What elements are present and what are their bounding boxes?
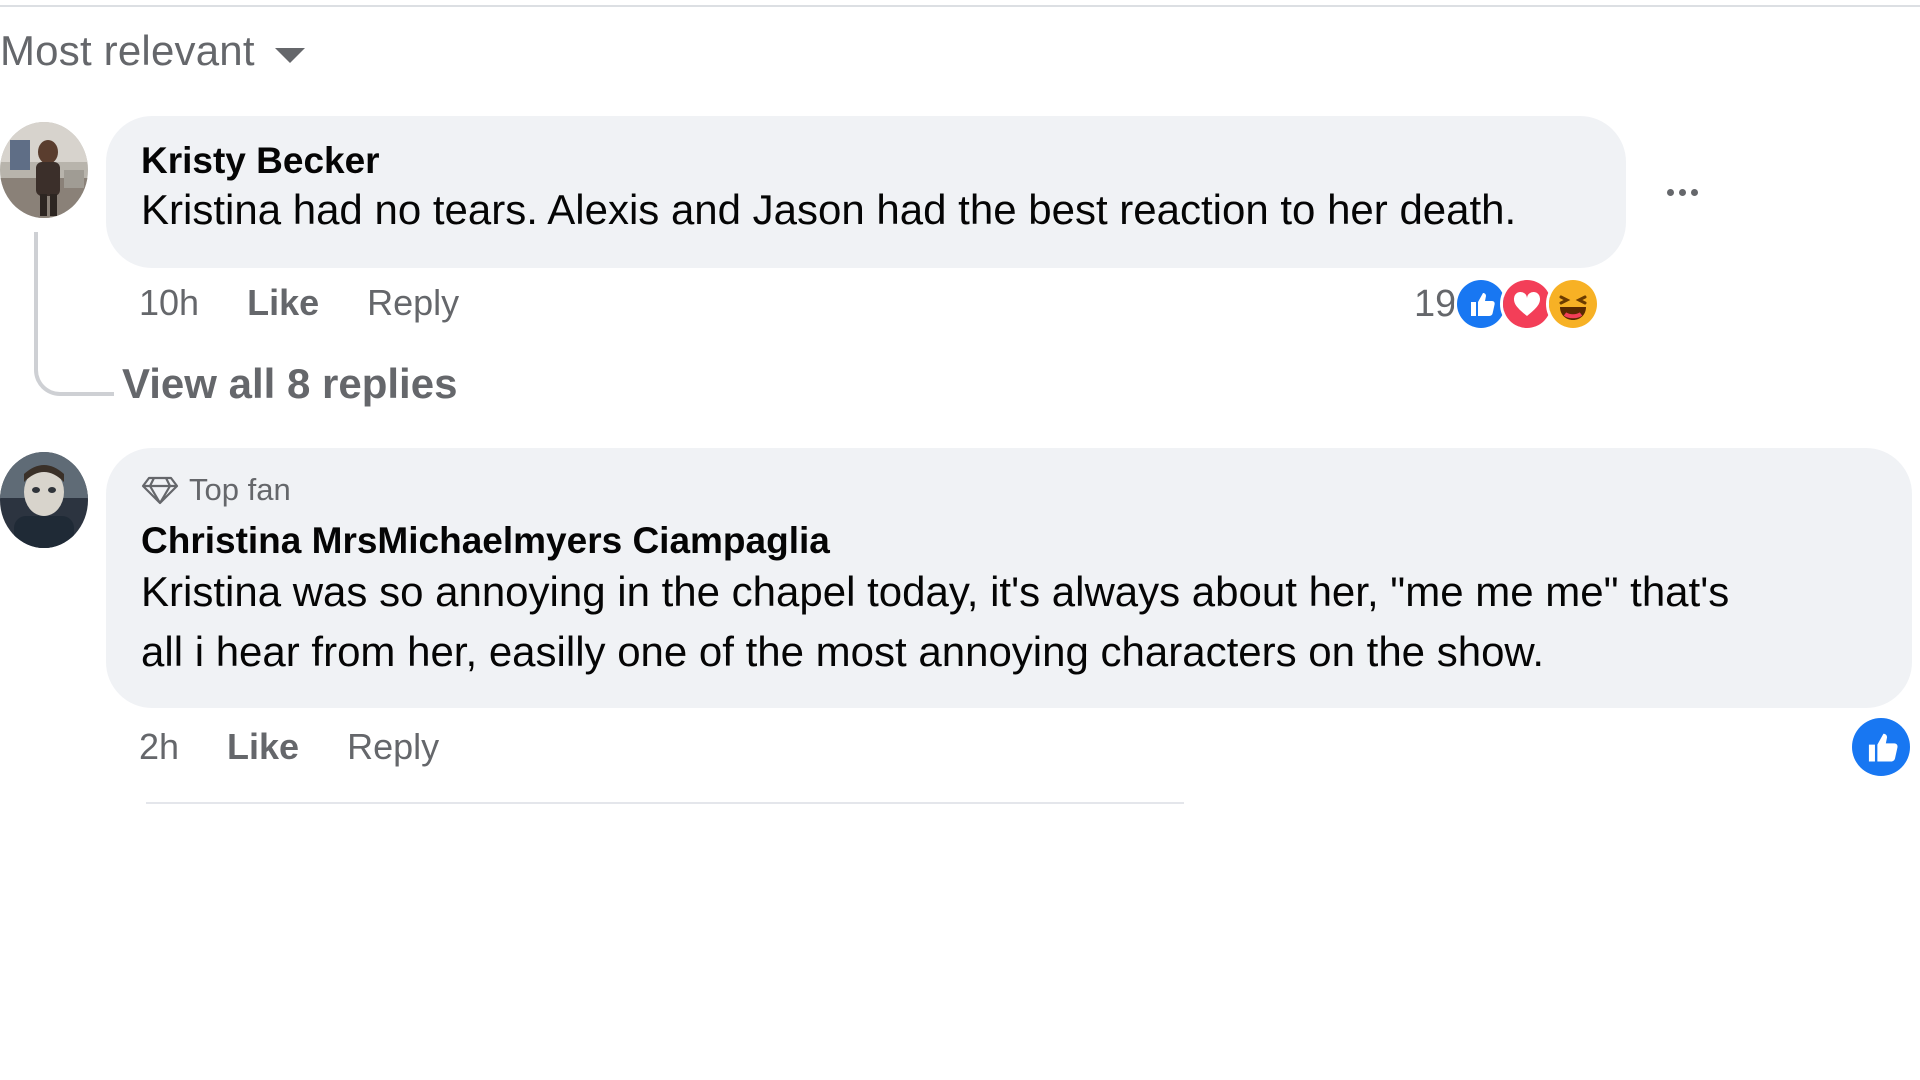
badge-label: Top fan (189, 472, 291, 507)
like-button[interactable]: Like (227, 726, 299, 768)
top-fan-badge: Top fan (141, 470, 1876, 510)
reaction-count: 19 (1414, 282, 1457, 325)
more-options-icon[interactable] (1660, 170, 1704, 214)
reply-thread-line (34, 232, 114, 396)
comment-actions: 2h Like Reply (139, 726, 439, 768)
avatar[interactable] (0, 122, 88, 218)
diamond-icon (141, 476, 179, 505)
bottom-divider (146, 802, 1184, 804)
comment-text: Kristina was so annoying in the chapel t… (141, 562, 1876, 682)
reply-button[interactable]: Reply (367, 282, 459, 324)
sort-label: Most relevant (0, 27, 255, 74)
reply-button[interactable]: Reply (347, 726, 439, 768)
comment-actions: 10h Like Reply (139, 282, 459, 324)
comment-text-line: all i hear from her, easilly one of the … (141, 628, 1545, 675)
top-divider (0, 5, 1920, 7)
comment-text-line: Kristina was so annoying in the chapel t… (141, 568, 1730, 615)
caret-down-icon (274, 47, 305, 63)
reaction-summary[interactable]: 19 (1414, 276, 1601, 332)
haha-icon (1546, 277, 1601, 331)
sort-dropdown[interactable]: Most relevant (0, 26, 305, 76)
comment-text: Kristina had no tears. Alexis and Jason … (141, 186, 1517, 233)
comment-author[interactable]: Christina MrsMichaelmyers Ciampaglia (141, 520, 1876, 562)
comment-timestamp[interactable]: 2h (139, 726, 179, 768)
view-replies-link[interactable]: View all 8 replies (122, 360, 457, 408)
comment-bubble: Top fan Christina MrsMichaelmyers Ciampa… (106, 448, 1912, 708)
comment-bubble: Kristy Becker Kristina had no tears. Ale… (106, 116, 1626, 268)
like-button[interactable]: Like (247, 282, 319, 324)
comment-timestamp[interactable]: 10h (139, 282, 199, 324)
comment-author[interactable]: Kristy Becker (141, 140, 1590, 182)
like-icon[interactable] (1852, 718, 1910, 776)
avatar[interactable] (0, 452, 88, 548)
